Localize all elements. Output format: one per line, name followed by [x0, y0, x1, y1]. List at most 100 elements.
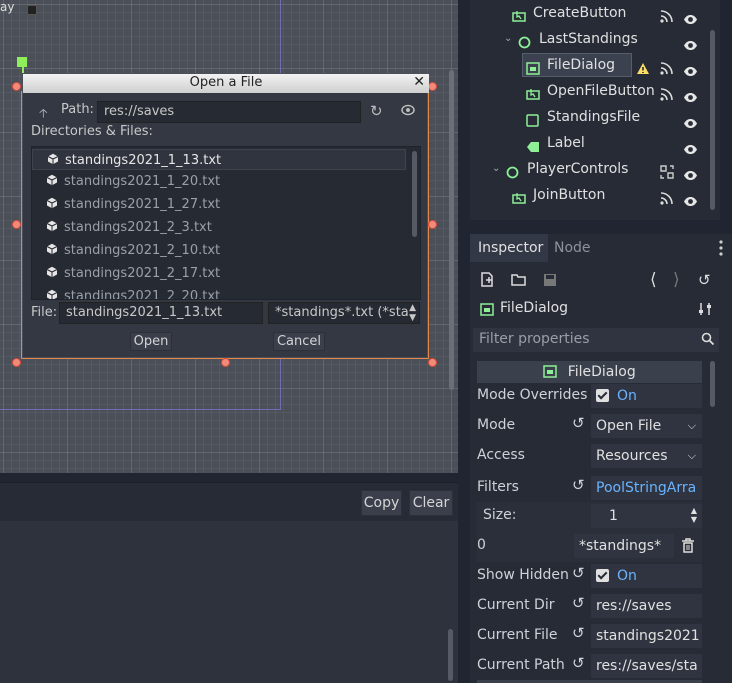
- prop-show-hidden-value[interactable]: On: [591, 564, 702, 588]
- scene-tree-item[interactable]: OpenFileButton: [470, 78, 708, 104]
- file-list-item[interactable]: standings2021_2_3.txt: [32, 216, 420, 239]
- prop-mode-overrides-value[interactable]: On: [591, 384, 702, 408]
- scene-tree-item[interactable]: StandingsFile: [470, 104, 708, 130]
- tab-node[interactable]: Node: [554, 234, 591, 262]
- refresh-icon[interactable]: ↻: [370, 102, 383, 120]
- prop-mode-label: Mode: [477, 417, 516, 433]
- scene-tree-item[interactable]: ⌄ PlayerControls: [470, 156, 708, 182]
- file-list-item[interactable]: standings2021_2_17.txt: [32, 262, 420, 285]
- scene-tree-label: PlayerControls: [527, 161, 629, 177]
- path-input[interactable]: res://saves: [97, 101, 361, 123]
- file-list-scrollbar[interactable]: [412, 151, 417, 237]
- trash-icon[interactable]: [681, 538, 695, 557]
- prop-filters-label: Filters: [477, 479, 519, 495]
- prop-index-label: 0: [477, 537, 486, 553]
- prop-current-path-value[interactable]: res://saves/sta: [591, 654, 702, 678]
- show-hidden-icon[interactable]: [401, 104, 415, 120]
- prop-access-select[interactable]: Resources ⌵: [591, 444, 702, 468]
- revert-icon[interactable]: ↺: [572, 414, 585, 432]
- resize-handle-mr[interactable]: [428, 220, 437, 229]
- folder-open-icon[interactable]: [511, 273, 526, 290]
- resize-handle-bm[interactable]: [221, 358, 230, 367]
- control-icon: [518, 32, 531, 49]
- filter-select[interactable]: *standings*.txt (*sta ▲ ▼: [268, 302, 420, 324]
- revert-icon[interactable]: ↺: [572, 654, 585, 672]
- prop-filters-value[interactable]: PoolStringArra: [591, 476, 702, 500]
- clear-button[interactable]: Clear: [409, 490, 453, 516]
- resize-handle-tl[interactable]: [12, 82, 21, 91]
- checkbox-icon: [596, 569, 609, 582]
- revert-icon[interactable]: ↺: [572, 564, 585, 582]
- filter-properties-input[interactable]: Filter properties: [473, 328, 719, 352]
- file-name: standings2021_1_27.txt: [64, 197, 221, 212]
- scene-tree-label: Label: [547, 135, 585, 151]
- file-list-item[interactable]: standings2021_1_20.txt: [32, 170, 420, 193]
- control-icon: [506, 162, 519, 179]
- scene-tree-scrollbar[interactable]: [710, 30, 715, 210]
- prop-index-value[interactable]: *standings*: [574, 534, 674, 558]
- file-list-item[interactable]: standings2021_2_10.txt: [32, 239, 420, 262]
- close-icon[interactable]: ✕: [413, 74, 425, 90]
- resize-handle-br[interactable]: [428, 358, 437, 367]
- scene-tree-item[interactable]: Label: [470, 130, 708, 156]
- copy-button[interactable]: Copy: [361, 490, 402, 516]
- chevron-down-icon[interactable]: ⌄: [492, 156, 500, 182]
- revert-icon[interactable]: ↺: [572, 476, 585, 494]
- inspector-scrollbar[interactable]: [710, 361, 715, 407]
- visibility-eye-icon[interactable]: [683, 190, 698, 216]
- resize-handle-bl[interactable]: [12, 358, 21, 367]
- prop-size-spinbox[interactable]: 1 ▲ ▼: [591, 504, 702, 528]
- output-scrollbar[interactable]: [448, 629, 453, 681]
- scene-tree-item[interactable]: JoinButton: [470, 182, 708, 208]
- open-button[interactable]: Open: [130, 332, 172, 351]
- prop-mode-select[interactable]: Open File ⌵: [591, 414, 702, 438]
- cancel-button[interactable]: Cancel: [273, 332, 325, 351]
- pivot-handle[interactable]: [17, 57, 27, 67]
- viewport-scrollbar[interactable]: [449, 70, 454, 390]
- file-name: standings2021_2_17.txt: [64, 266, 221, 281]
- history-back-icon[interactable]: ⟨: [650, 270, 657, 290]
- file-list-item[interactable]: standings2021_1_13.txt: [32, 149, 406, 170]
- file-name: standings2021_1_20.txt: [64, 174, 221, 189]
- object-name[interactable]: FileDialog: [500, 300, 568, 316]
- chevron-down-icon: ⌵: [687, 419, 696, 432]
- prop-mode-overrides-label: Mode Overrides: [477, 387, 588, 403]
- signal-icon[interactable]: [660, 58, 673, 75]
- revert-icon[interactable]: ↺: [572, 624, 585, 642]
- history-forward-icon[interactable]: ⟩: [673, 270, 680, 290]
- file-list[interactable]: standings2021_1_13.txt standings2021_1_20…: [31, 146, 421, 300]
- signal-icon[interactable]: [660, 84, 673, 101]
- signal-icon[interactable]: [660, 188, 673, 205]
- file-name: standings2021_2_10.txt: [64, 243, 221, 258]
- prop-current-dir-value[interactable]: res://saves: [591, 594, 702, 618]
- tab-inspector-label: Inspector: [478, 240, 544, 256]
- file-list-item[interactable]: standings2021_2_20.txt: [32, 285, 420, 299]
- path-label: Path:: [61, 102, 94, 117]
- chevron-down-icon[interactable]: ⌄: [504, 26, 512, 52]
- dialog-titlebar: Open a File ✕: [23, 74, 429, 93]
- output-log[interactable]: [0, 521, 458, 683]
- resize-handle-tr[interactable]: [428, 82, 437, 91]
- file-input[interactable]: standings2021_1_13.txt: [59, 302, 263, 324]
- spin-icon: ▲ ▼: [690, 506, 697, 524]
- file-cube-icon: [46, 171, 58, 186]
- prop-current-dir-label: Current Dir: [477, 597, 555, 613]
- prop-current-file-value[interactable]: standings2021: [591, 624, 702, 648]
- history-icon[interactable]: ↺: [698, 271, 711, 289]
- new-resource-icon[interactable]: [480, 272, 494, 291]
- tab-inspector[interactable]: Inspector: [470, 234, 548, 262]
- button-icon: [512, 6, 526, 22]
- resize-handle-ml[interactable]: [12, 220, 21, 229]
- kebab-menu-icon[interactable]: [719, 239, 723, 257]
- file-list-item[interactable]: standings2021_1_27.txt: [32, 193, 420, 216]
- revert-icon[interactable]: ↺: [572, 594, 585, 612]
- file-cube-icon: [46, 286, 58, 299]
- arrow-up-icon[interactable]: 🡡: [39, 104, 48, 125]
- save-icon[interactable]: [543, 273, 557, 291]
- object-tools-icon[interactable]: [698, 302, 712, 320]
- file-name: standings2021_1_13.txt: [65, 153, 222, 168]
- scene-tree-item[interactable]: CreateButton: [470, 0, 708, 26]
- scene-tree-item[interactable]: ⌄ LastStandings: [470, 26, 708, 52]
- scene-tree-item[interactable]: FileDialog: [470, 52, 708, 78]
- signal-icon[interactable]: [660, 6, 673, 23]
